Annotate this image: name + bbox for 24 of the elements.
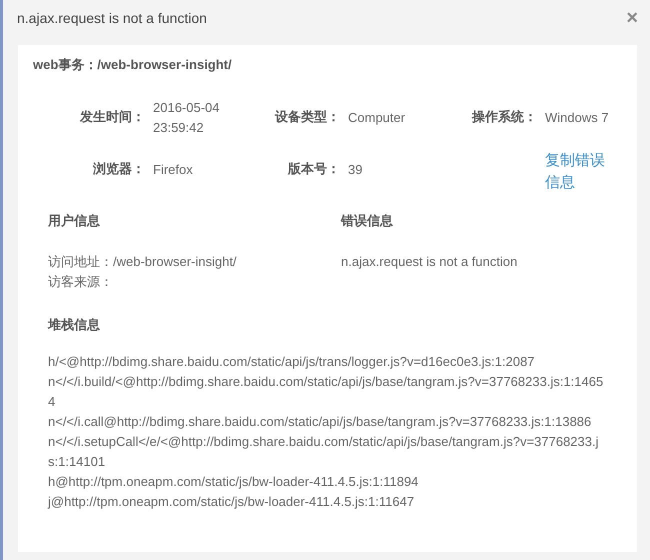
dialog-title: n.ajax.request is not a function	[17, 10, 207, 26]
section-heading: 用户信息	[48, 212, 101, 230]
info-line: 访问地址：/web-browser-insight/	[48, 253, 238, 271]
field-value: Computer	[348, 110, 406, 125]
field-label: 设备类型：	[275, 109, 340, 124]
close-button[interactable]: ×	[626, 9, 638, 27]
section-heading: 错误信息	[341, 212, 394, 230]
field-label: 版本号：	[288, 161, 340, 176]
section-heading: 堆栈信息	[48, 316, 101, 334]
field-value: 39	[348, 162, 362, 177]
stack-trace-line: n</</i.call@http://bdimg.share.baidu.com/static/api/js/base/tangram.js?v=37768233.js:1:13886	[48, 413, 592, 431]
field-value: Windows 7	[545, 110, 609, 125]
field-label: 操作系统：	[472, 109, 537, 124]
transaction-name: web事务：/web-browser-insight/	[33, 56, 233, 74]
stack-trace-line: h@http://tpm.oneapm.com/static/js/bw-loader-411.4.5.js:1:11894	[48, 473, 420, 491]
field-label: 发生时间：	[80, 109, 145, 124]
error-message: n.ajax.request is not a function	[341, 253, 518, 271]
field-value: Firefox	[153, 162, 193, 177]
copy-error-link[interactable]: 复制错误信息	[545, 150, 608, 194]
info-line: 访客来源：	[48, 273, 114, 291]
stack-trace-line: h/<@http://bdimg.share.baidu.com/static/api/js/trans/logger.js?v=d16ec0e3.js:1:2087	[48, 353, 536, 371]
field-value: 2016-05-04 23:59:42	[153, 99, 220, 137]
field-label: 浏览器：	[93, 161, 145, 176]
stack-trace-line: j@http://tpm.oneapm.com/static/js/bw-loader-411.4.5.js:1:11647	[48, 493, 416, 511]
